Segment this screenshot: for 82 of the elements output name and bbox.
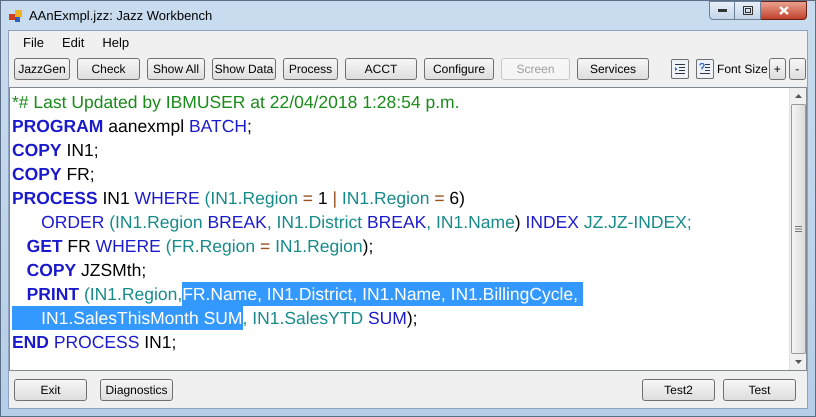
code-token: PROCESS bbox=[52, 331, 140, 354]
code-token: ; bbox=[247, 115, 252, 138]
code-token: SUM bbox=[368, 307, 407, 330]
code-token: (IN1.Region, bbox=[82, 283, 182, 306]
grip-icon bbox=[794, 226, 802, 232]
code-token: ORDER bbox=[40, 211, 106, 234]
code-token: , IN1.SalesYTD bbox=[242, 307, 364, 330]
code-token: INDEX bbox=[526, 211, 579, 234]
toolbar-button[interactable]: Services bbox=[577, 58, 649, 80]
code-token: BREAK bbox=[207, 211, 267, 234]
code-token: FR; bbox=[65, 163, 95, 186]
code-token: PROGRAM bbox=[12, 115, 104, 138]
toolbar-button[interactable]: ACCT bbox=[345, 58, 417, 80]
scrollbar-thumb[interactable] bbox=[790, 104, 806, 354]
code-token: IN1 bbox=[101, 187, 131, 210]
code-token: = bbox=[260, 235, 270, 258]
font-size-button[interactable]: - bbox=[788, 58, 806, 80]
question-lines-icon bbox=[699, 63, 711, 75]
close-button[interactable] bbox=[761, 1, 807, 20]
code-token: IN1.Region bbox=[274, 235, 363, 258]
code-token: IN1; bbox=[65, 139, 99, 162]
code-token: ) bbox=[514, 211, 522, 234]
window-title: AAnExmpl.jzz: Jazz Workbench bbox=[29, 6, 212, 25]
code-token: | bbox=[332, 187, 338, 210]
toolbar-button[interactable]: Process bbox=[283, 58, 338, 80]
menu-item[interactable]: Help bbox=[94, 33, 138, 53]
code-token: 6) bbox=[448, 187, 465, 210]
code-token: (IN1.Region bbox=[204, 187, 299, 210]
code-token: COPY bbox=[26, 259, 76, 282]
action-button[interactable]: Test2 bbox=[642, 378, 715, 400]
code-comment: *# Last Updated by IBMUSER at 22/04/2018 1:28:54 p.m. bbox=[12, 91, 460, 114]
code-token: PRINT bbox=[26, 283, 80, 306]
toolbar-button[interactable]: Show All bbox=[147, 58, 205, 80]
code-token: 1 bbox=[316, 187, 329, 210]
scrollbar[interactable] bbox=[789, 88, 806, 370]
toolbar-button[interactable]: Show Data bbox=[212, 58, 276, 80]
code-token: ); bbox=[406, 307, 418, 330]
menu-item[interactable]: Edit bbox=[54, 33, 92, 53]
menu-item[interactable]: File bbox=[15, 33, 52, 53]
code-token: FR.Name, IN1.District, IN1.Name, IN1.BillingCycle, bbox=[182, 282, 583, 306]
help-lines-button[interactable] bbox=[696, 59, 714, 79]
code-token: FR bbox=[66, 235, 92, 258]
code-token: BREAK bbox=[366, 211, 426, 234]
toolbar-button[interactable]: Check bbox=[77, 58, 140, 80]
close-icon bbox=[778, 6, 788, 15]
code-token: JZ.JZ-INDEX; bbox=[582, 211, 692, 234]
code-token: = bbox=[434, 187, 445, 210]
code-token: , IN1.District bbox=[266, 211, 364, 234]
code-token: = bbox=[302, 187, 314, 210]
outdent-button[interactable] bbox=[671, 59, 689, 79]
code-token: PROCESS bbox=[12, 187, 98, 210]
action-button[interactable]: Diagnostics bbox=[100, 378, 173, 400]
action-button[interactable]: Exit bbox=[14, 378, 87, 400]
code-token: WHERE bbox=[96, 235, 161, 258]
maximize-button[interactable] bbox=[735, 1, 761, 20]
minimize-icon bbox=[718, 9, 726, 12]
app-icon bbox=[9, 8, 23, 22]
minimize-button[interactable] bbox=[709, 1, 735, 20]
code-token: IN1.Region bbox=[340, 187, 430, 210]
code-token: COPY bbox=[12, 163, 62, 186]
code-token: (IN1.Region bbox=[109, 211, 204, 234]
action-button[interactable]: Test bbox=[723, 378, 796, 400]
lines-icon bbox=[674, 63, 686, 75]
code-token: IN1.SalesThisMonth SUM bbox=[12, 306, 242, 330]
code-token: ); bbox=[362, 235, 374, 258]
toolbar-button[interactable]: Configure bbox=[424, 58, 494, 80]
restore-icon bbox=[742, 6, 752, 15]
code-token: COPY bbox=[12, 139, 62, 162]
scroll-up-icon[interactable] bbox=[794, 94, 802, 98]
font-size-button[interactable]: + bbox=[768, 58, 786, 80]
code-token: GET bbox=[26, 235, 63, 258]
code-token: , IN1.Name bbox=[426, 211, 515, 234]
code-token: END bbox=[12, 331, 49, 354]
code-token: BATCH bbox=[189, 115, 248, 138]
code-token: (FR.Region bbox=[164, 235, 256, 258]
scroll-down-icon[interactable] bbox=[794, 360, 802, 364]
code-token: JZSMth; bbox=[80, 259, 146, 282]
code-token: IN1; bbox=[143, 331, 176, 354]
code-token: WHERE bbox=[134, 187, 200, 210]
font-size-label: Font Size bbox=[717, 61, 768, 78]
toolbar-button[interactable]: JazzGen bbox=[14, 58, 70, 80]
code-token: aanexmpl bbox=[107, 115, 186, 138]
